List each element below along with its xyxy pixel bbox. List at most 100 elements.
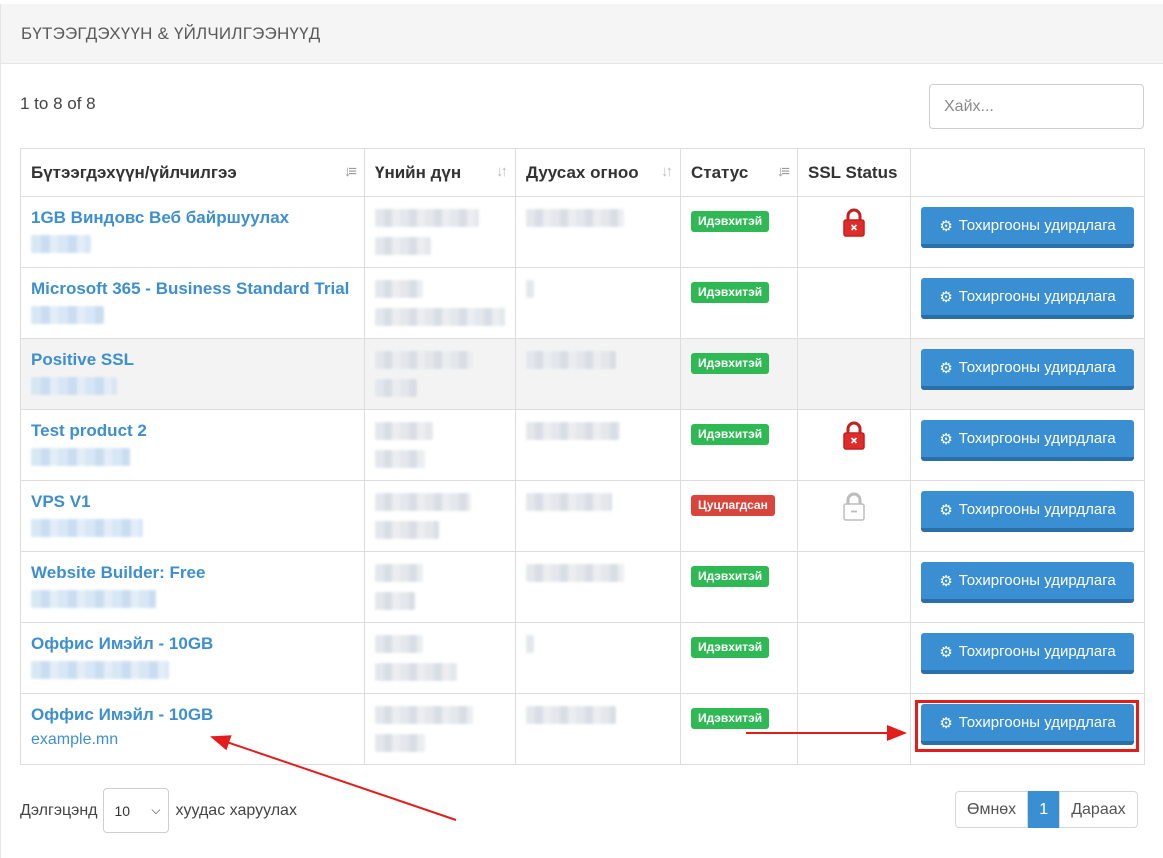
gear-icon: ⚙ (939, 217, 953, 235)
manage-settings-button[interactable]: ⚙ Тохиргооны удирдлага (921, 349, 1134, 390)
product-name-link[interactable]: Оффис Имэйл - 10GB (31, 633, 354, 655)
product-domain[interactable]: example.mn (31, 730, 354, 750)
product-name-link[interactable]: 1GB Виндовс Веб байршуулах (31, 207, 354, 229)
manage-settings-button[interactable]: ⚙ Тохиргооны удирдлага (921, 562, 1134, 603)
manage-settings-button[interactable]: ⚙ Тохиргооны удирдлага (921, 278, 1134, 319)
cell-price (364, 480, 516, 552)
cell-status: Идэвхитэй (680, 693, 798, 765)
manage-settings-button[interactable]: ⚙ Тохиргооны удирдлага (921, 420, 1134, 461)
table-info: 1 to 8 of 8 (20, 94, 96, 113)
page-length-select[interactable]: 10 ⌵ (103, 788, 170, 833)
status-badge: Идэвхитэй (691, 708, 770, 729)
cell-ssl-status (797, 196, 911, 268)
gear-icon: ⚙ (939, 359, 953, 377)
column-header-product[interactable]: Бүтээгдэхүүн/үйлчилгээ ↓≡ (20, 148, 365, 197)
redacted-due-date (526, 635, 534, 653)
manage-settings-button[interactable]: ⚙ Тохиргооны удирдлага (921, 633, 1134, 674)
cell-status: Идэвхитэй (680, 196, 798, 268)
column-header-price[interactable]: Үнийн дүн ↓↑ (364, 148, 516, 197)
cell-actions: ⚙ Тохиргооны удирдлага (910, 267, 1145, 339)
redacted-billing-cycle (375, 592, 415, 610)
product-name-link[interactable]: Test product 2 (31, 420, 354, 442)
column-header-status[interactable]: Статус ↓≡ (680, 148, 798, 197)
product-name-link[interactable]: VPS V1 (31, 491, 354, 513)
cell-price (364, 196, 516, 268)
table-row: Website Builder: Free Идэвхитэй ⚙ Тохиргоон… (20, 551, 1145, 623)
cell-price (364, 267, 516, 339)
cell-price (364, 693, 516, 765)
cell-status: Идэвхитэй (680, 551, 798, 623)
cell-product: Оффис Имэйл - 10GB example.mn (20, 693, 365, 765)
redacted-due-date (526, 493, 612, 511)
column-header-due-date[interactable]: Дуусах огноо ↓↑ (515, 148, 681, 197)
cell-actions: ⚙ Тохиргооны удирдлага (910, 338, 1145, 410)
gear-icon: ⚙ (939, 501, 953, 519)
pagination-page-1[interactable]: 1 (1028, 791, 1060, 828)
cell-product: Microsoft 365 - Business Standard Trial (20, 267, 365, 339)
gear-icon: ⚙ (939, 643, 953, 661)
redacted-price (375, 280, 423, 298)
status-badge: Идэвхитэй (691, 282, 770, 303)
redacted-due-date (526, 280, 534, 298)
column-header-ssl-status: SSL Status (797, 148, 911, 197)
length-suffix-label: хуудас харуулах (175, 801, 297, 819)
redacted-due-date (526, 209, 624, 227)
status-badge: Идэвхитэй (691, 353, 770, 374)
page-length-control: Дэлгэцэнд 10 ⌵ хуудас харуулах (20, 788, 297, 833)
status-badge: Идэвхитэй (691, 566, 770, 587)
redacted-domain (31, 661, 169, 679)
status-badge: Идэвхитэй (691, 637, 770, 658)
table-row: Positive SSL Идэвхитэй ⚙ Тохиргооны удирдла… (20, 338, 1145, 410)
cell-ssl-status (797, 409, 911, 481)
manage-settings-button[interactable]: ⚙ Тохиргооны удирдлага (921, 207, 1134, 248)
redacted-price (375, 493, 471, 511)
ssl-invalid-lock-icon[interactable] (808, 208, 900, 238)
sort-amount-down-icon: ↓≡ (776, 163, 790, 180)
cell-ssl-status (797, 693, 911, 765)
cell-product: Website Builder: Free (20, 551, 365, 623)
pagination-next-button[interactable]: Дараах (1059, 791, 1138, 828)
redacted-due-date (526, 422, 620, 440)
search-input[interactable] (929, 84, 1144, 129)
redacted-price (375, 706, 473, 724)
length-prefix-label: Дэлгэцэнд (20, 801, 98, 819)
redacted-domain (31, 448, 130, 466)
ssl-inactive-lock-icon[interactable] (808, 492, 900, 522)
redacted-due-date (526, 351, 616, 369)
cell-status: Идэвхитэй (680, 409, 798, 481)
cell-product: Test product 2 (20, 409, 365, 481)
cell-price (364, 622, 516, 694)
product-name-link[interactable]: Positive SSL (31, 349, 354, 371)
table-row: VPS V1 Цуцлагдсан ⚙ Тохиргооны удирдлага (20, 480, 1145, 552)
redacted-price (375, 422, 433, 440)
table-row: Test product 2 Идэвхитэй ⚙ Тохиргооны удирд… (20, 409, 1145, 481)
redacted-domain (31, 377, 117, 395)
cell-actions: ⚙ Тохиргооны удирдлага (910, 622, 1145, 694)
redacted-price (375, 564, 423, 582)
cell-due-date (515, 196, 681, 268)
pagination-prev-button[interactable]: Өмнөх (955, 791, 1029, 828)
cell-status: Идэвхитэй (680, 267, 798, 339)
redacted-billing-cycle (375, 308, 505, 326)
cell-product: 1GB Виндовс Веб байршуулах (20, 196, 365, 268)
product-name-link[interactable]: Оффис Имэйл - 10GB (31, 704, 354, 726)
cell-status: Идэвхитэй (680, 338, 798, 410)
cell-due-date (515, 267, 681, 339)
redacted-price (375, 209, 479, 227)
cell-price (364, 409, 516, 481)
ssl-invalid-lock-icon[interactable] (808, 421, 900, 451)
redacted-billing-cycle (375, 734, 425, 752)
gear-icon: ⚙ (939, 572, 953, 590)
manage-settings-button[interactable]: ⚙ Тохиргооны удирдлага (921, 491, 1134, 532)
cell-ssl-status (797, 338, 911, 410)
cell-product: Positive SSL (20, 338, 365, 410)
cell-product: VPS V1 (20, 480, 365, 552)
cell-status: Идэвхитэй (680, 622, 798, 694)
sort-icon: ↓↑ (661, 163, 673, 180)
product-name-link[interactable]: Microsoft 365 - Business Standard Trial (31, 278, 354, 300)
product-name-link[interactable]: Website Builder: Free (31, 562, 354, 584)
pagination: Өмнөх 1 Дараах (955, 791, 1138, 828)
cell-price (364, 338, 516, 410)
redacted-billing-cycle (375, 379, 417, 397)
table-header-row: Бүтээгдэхүүн/үйлчилгээ ↓≡ Үнийн дүн ↓↑ Дуу… (20, 148, 1145, 197)
